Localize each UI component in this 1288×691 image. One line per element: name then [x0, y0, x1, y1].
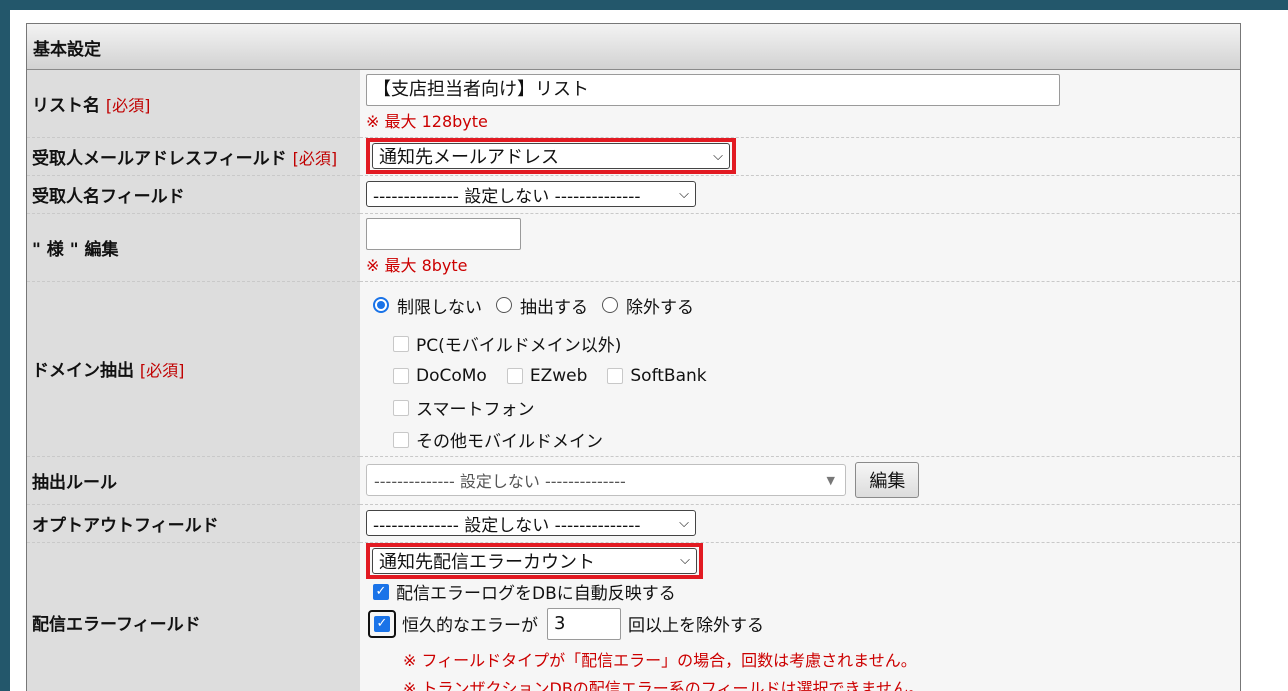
recipient-email-label: 受取人メールアドレスフィールド [32, 148, 287, 169]
chevron-down-icon: ⌵ [679, 186, 689, 202]
auto-reflect-row: ✓ 配信エラーログをDBに自動反映する [366, 579, 1240, 605]
honorific-value-cell: ※ 最大 8byte [360, 213, 1240, 282]
checkbox-other-mobile-label: その他モバイルドメイン [416, 432, 603, 452]
checkbox-other-mobile[interactable] [393, 431, 409, 448]
checkbox-docomo-label: DoCoMo [416, 365, 487, 386]
checkbox-smartphone-label: スマートフォン [416, 400, 535, 420]
extract-rule-label-cell: 抽出ルール [27, 456, 360, 505]
delivery-error-label-cell: 配信エラーフィールド [27, 542, 360, 691]
checkbox-pc[interactable] [393, 335, 409, 352]
checkbox-ezweb[interactable] [506, 367, 523, 384]
extract-rule-selected: -------------- 設定しない -------------- [374, 472, 626, 491]
honorific-note: ※ 最大 8byte [366, 256, 468, 275]
auto-reflect-checkbox[interactable]: ✓ [373, 583, 389, 600]
checkbox-row-pc: PC(モバイルドメイン以外) [393, 328, 1240, 360]
required-mark: [必須] [292, 148, 338, 168]
domain-extract-label-cell: ドメイン抽出 [必須] [27, 281, 360, 457]
row-list-name: リスト名 [必須] 【支店担当者向け】リスト ※ 最大 128byte [27, 70, 1240, 138]
checkbox-row-other-mobile: その他モバイルドメイン [393, 424, 1240, 456]
row-domain-extract: ドメイン抽出 [必須] 制限しない 抽出する 除外する PC(モバイルドメイン以… [27, 281, 1240, 457]
settings-form: リスト名 [必須] 【支店担当者向け】リスト ※ 最大 128byte 受取人メ… [27, 70, 1240, 691]
chevron-down-icon: ⌵ [680, 553, 690, 568]
radio-extract-label: 抽出する [520, 297, 588, 318]
required-mark: [必須] [139, 361, 185, 380]
checkbox-ezweb-label: EZweb [529, 365, 588, 386]
extract-rule-value-cell: -------------- 設定しない -------------- ▼ 編集 [360, 456, 1240, 505]
radio-no-limit[interactable] [373, 297, 389, 313]
row-recipient-name: 受取人名フィールド -------------- 設定しない ---------… [27, 175, 1240, 214]
delivery-error-label: 配信エラーフィールド [32, 614, 201, 635]
highlight-box: 通知先配信エラーカウント ⌵ [366, 542, 703, 579]
delivery-error-selected: 通知先配信エラーカウント [379, 551, 595, 573]
list-name-label-cell: リスト名 [必須] [27, 70, 360, 138]
domain-radio-group: 制限しない 抽出する 除外する [373, 293, 1240, 318]
recipient-name-selected: -------------- 設定しない -------------- [373, 186, 641, 207]
chevron-down-icon: ⌵ [713, 148, 723, 164]
recipient-email-selected: 通知先メールアドレス [379, 147, 559, 168]
optout-select[interactable]: -------------- 設定しない -------------- ⌵ [366, 510, 696, 536]
domain-extract-label: ドメイン抽出 [32, 361, 134, 381]
required-mark: [必須] [105, 95, 151, 115]
checkbox-smartphone[interactable] [393, 399, 409, 416]
permanent-error-focus: ✓ [368, 609, 396, 638]
extract-rule-combo[interactable]: -------------- 設定しない -------------- ▼ [366, 464, 846, 496]
list-name-label: リスト名 [32, 95, 100, 116]
radio-exclude[interactable] [602, 297, 618, 313]
recipient-name-value-cell: -------------- 設定しない -------------- ⌵ [360, 175, 1240, 214]
radio-extract[interactable] [496, 297, 512, 313]
permanent-error-checkbox[interactable]: ✓ [374, 615, 390, 632]
radio-exclude-label: 除外する [626, 297, 694, 318]
list-name-note: ※ 最大 128byte [366, 112, 488, 132]
honorific-label-cell: " 様 " 編集 [27, 213, 360, 282]
permanent-error-prefix: 恒久的なエラーが [402, 616, 538, 636]
basic-settings-frame: 基本設定 リスト名 [必須] 【支店担当者向け】リスト ※ 最大 128byte… [26, 23, 1241, 691]
delivery-error-select[interactable]: 通知先配信エラーカウント ⌵ [372, 547, 697, 574]
domain-extract-value-cell: 制限しない 抽出する 除外する PC(モバイルドメイン以外) DoCoMo EZ… [360, 281, 1240, 457]
checkbox-softbank[interactable] [607, 367, 624, 384]
recipient-name-label-cell: 受取人名フィールド [27, 175, 360, 214]
recipient-email-select[interactable]: 通知先メールアドレス ⌵ [372, 143, 730, 169]
extract-rule-label: 抽出ルール [32, 472, 117, 493]
permanent-error-row: ✓ 恒久的なエラーが 3 回以上を除外する [366, 605, 1240, 643]
section-title: 基本設定 [27, 24, 1240, 70]
checkbox-row-carriers: DoCoMo EZweb SoftBank [393, 360, 1240, 392]
highlight-box: 通知先メールアドレス ⌵ [366, 138, 736, 174]
triangle-down-icon: ▼ [826, 473, 835, 487]
delivery-error-note-1: ※ フィールドタイプが「配信エラー」の場合，回数は考慮されません。 [403, 650, 917, 670]
row-honorific: " 様 " 編集 ※ 最大 8byte [27, 213, 1240, 282]
delivery-error-note-2: ※ トランザクションDBの配信エラー系のフィールドは選択できません。 [403, 678, 924, 691]
honorific-label: " 様 " 編集 [32, 239, 119, 260]
row-extract-rule: 抽出ルール -------------- 設定しない -------------… [27, 456, 1240, 505]
checkbox-pc-label: PC(モバイルドメイン以外) [416, 336, 622, 356]
checkbox-docomo[interactable] [393, 367, 409, 384]
recipient-name-select[interactable]: -------------- 設定しない -------------- ⌵ [366, 181, 696, 207]
edit-rule-button[interactable]: 編集 [855, 462, 920, 498]
permanent-error-suffix: 回以上を除外する [628, 616, 764, 636]
row-recipient-email: 受取人メールアドレスフィールド [必須] 通知先メールアドレス ⌵ [27, 137, 1240, 176]
optout-selected: -------------- 設定しない -------------- [373, 515, 641, 536]
auto-reflect-label: 配信エラーログをDBに自動反映する [396, 584, 676, 604]
domain-checkbox-group: PC(モバイルドメイン以外) DoCoMo EZweb SoftBank スマー… [373, 328, 1240, 456]
optout-label: オプトアウトフィールド [32, 515, 219, 536]
list-name-input[interactable]: 【支店担当者向け】リスト [366, 74, 1060, 107]
optout-value-cell: -------------- 設定しない -------------- ⌵ [360, 504, 1240, 543]
recipient-email-value-cell: 通知先メールアドレス ⌵ [360, 137, 1240, 176]
list-name-value-cell: 【支店担当者向け】リスト ※ 最大 128byte [360, 70, 1240, 138]
chevron-down-icon: ⌵ [679, 515, 689, 531]
permanent-error-count-input[interactable]: 3 [547, 607, 621, 640]
recipient-email-label-cell: 受取人メールアドレスフィールド [必須] [27, 137, 360, 176]
recipient-name-label: 受取人名フィールド [32, 186, 185, 207]
checkbox-softbank-label: SoftBank [630, 365, 707, 386]
honorific-input[interactable] [366, 218, 521, 250]
optout-label-cell: オプトアウトフィールド [27, 504, 360, 543]
delivery-error-value-cell: 通知先配信エラーカウント ⌵ ✓ 配信エラーログをDBに自動反映する ✓ 恒久的… [360, 542, 1240, 691]
radio-no-limit-label: 制限しない [397, 297, 482, 318]
checkbox-row-smartphone: スマートフォン [393, 392, 1240, 424]
row-delivery-error: 配信エラーフィールド 通知先配信エラーカウント ⌵ ✓ 配信エラーログをDBに自… [27, 542, 1240, 691]
row-optout: オプトアウトフィールド -------------- 設定しない -------… [27, 504, 1240, 543]
